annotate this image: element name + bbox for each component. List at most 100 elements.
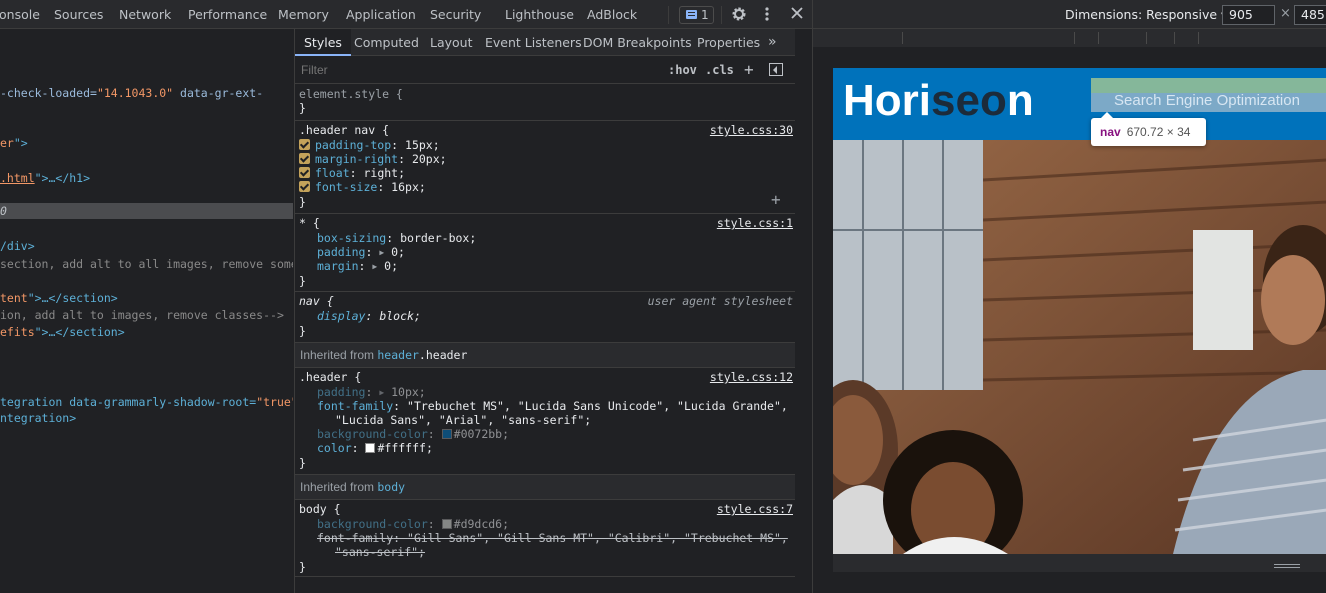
elements-panel: -check-loaded="14.1043.0" data-gr-ext- e… <box>0 29 293 593</box>
rule-selector[interactable]: .header { <box>299 370 361 384</box>
dom-line[interactable]: /div> <box>0 238 35 254</box>
cls-button[interactable]: .cls <box>705 60 734 80</box>
css-declaration[interactable]: margin-right: 20px; <box>299 152 447 166</box>
css-declaration: display: block; <box>317 309 421 323</box>
dom-line[interactable]: er"> <box>0 135 28 151</box>
dom-line[interactable]: tegration data-grammarly-shadow-root="tr… <box>0 394 293 410</box>
css-declaration[interactable]: float: right; <box>299 166 405 180</box>
viewport-resize-bar[interactable] <box>833 554 1326 572</box>
tab-network[interactable]: Network <box>119 0 171 29</box>
ruler-tick <box>1146 32 1147 44</box>
tab-security[interactable]: Security <box>430 0 481 29</box>
rule-body: body { style.css:7 background-color: #d9… <box>295 500 795 577</box>
toggle-sidebar-icon[interactable] <box>769 63 783 76</box>
nav-link-seo[interactable]: Search Engine Optimization <box>1114 92 1300 109</box>
dom-line[interactable]: -check-loaded="14.1043.0" data-gr-ext- <box>0 85 263 101</box>
tab-styles[interactable]: Styles <box>295 29 351 56</box>
tab-memory[interactable]: Memory <box>278 0 329 29</box>
rule-selector[interactable]: * { <box>299 216 320 230</box>
tab-application[interactable]: Application <box>346 0 416 29</box>
media-query-ruler <box>813 29 1326 47</box>
inherited-body-label: Inherited from body <box>295 475 795 500</box>
dom-comment-text: section, add alt to all images, remove s… <box>0 257 293 271</box>
dom-link[interactable]: .html <box>0 171 35 185</box>
rule-header: .header { style.css:12 padding: ▶ 10px; … <box>295 368 795 475</box>
rule-element-style: element.style { } <box>295 84 795 121</box>
dom-comment[interactable]: section, add alt to all images, remove s… <box>0 256 293 272</box>
source-link[interactable]: style.css:1 <box>717 216 793 230</box>
tab-adblock[interactable]: AdBlock <box>587 0 637 29</box>
css-declaration[interactable]: color: #ffffff; <box>317 441 433 455</box>
checkbox-icon[interactable] <box>299 181 310 192</box>
tab-layout[interactable]: Layout <box>430 29 473 56</box>
add-declaration-icon[interactable]: + <box>771 190 781 209</box>
dom-value: "14.1043.0" <box>96 86 174 100</box>
emulated-viewport[interactable]: Horiseon Search Engine Optimization nav … <box>833 68 1326 554</box>
dimensions-select[interactable]: Dimensions: Responsive ▼ <box>1065 0 1229 29</box>
color-swatch[interactable] <box>365 443 376 453</box>
css-declaration[interactable]: box-sizing: border-box; <box>317 231 476 245</box>
width-input[interactable]: 905 <box>1222 5 1275 25</box>
css-declaration[interactable]: background-color: #0072bb; <box>317 427 509 441</box>
inherited-selector-link[interactable]: header.header <box>377 348 467 362</box>
styles-filter-input[interactable] <box>299 61 659 79</box>
dom-line[interactable]: efits">…</section> <box>0 324 125 340</box>
css-declaration[interactable]: padding: ▶ 0; <box>317 245 405 259</box>
tab-console[interactable]: onsole <box>0 0 40 29</box>
close-icon[interactable] <box>788 6 806 24</box>
color-swatch[interactable] <box>441 519 452 529</box>
css-declaration[interactable]: margin: ▶ 0; <box>317 259 398 273</box>
checkbox-icon[interactable] <box>299 153 310 164</box>
rule-selector[interactable]: .header nav { <box>299 123 389 137</box>
dom-line[interactable]: tent">…</section> <box>0 290 118 306</box>
element-tooltip: nav 670.72 × 34 <box>1091 112 1206 146</box>
inherited-selector-link[interactable]: body <box>377 480 405 494</box>
color-swatch[interactable] <box>441 429 452 439</box>
css-declaration[interactable]: padding-top: 15px; <box>299 138 440 152</box>
checkbox-icon[interactable] <box>299 139 310 150</box>
rule-selector[interactable]: body { <box>299 502 341 516</box>
rule-close: } <box>299 560 306 574</box>
dom-tag: /div> <box>0 239 35 253</box>
ruler-tick <box>1074 32 1075 44</box>
css-declaration[interactable]: padding: ▶ 10px; <box>317 385 426 399</box>
height-input[interactable]: 485 <box>1294 5 1326 25</box>
dom-comment[interactable]: ion, add alt to images, remove classes--… <box>0 307 284 323</box>
device-toolbar: Dimensions: Responsive ▼ 905 × 485 <box>813 0 1326 29</box>
resize-grip-icon[interactable] <box>1274 564 1300 565</box>
new-rule-icon[interactable]: + <box>744 60 754 80</box>
tab-lighthouse[interactable]: Lighthouse <box>505 0 574 29</box>
ruler-tick <box>1098 32 1099 44</box>
messages-badge[interactable]: 1 <box>679 6 714 24</box>
source-link[interactable]: style.css:7 <box>717 502 793 516</box>
hero-image <box>833 140 1326 554</box>
gear-icon[interactable] <box>730 6 748 24</box>
inherited-header-label: Inherited from header.header <box>295 343 795 368</box>
css-declaration[interactable]: font-family: "Trebuchet MS", "Lucida San… <box>317 399 788 413</box>
dom-text: 0 <box>0 204 7 218</box>
source-link[interactable]: style.css:12 <box>710 370 793 384</box>
dom-line-selected[interactable]: 0 <box>0 203 7 219</box>
checkbox-icon[interactable] <box>299 167 310 178</box>
tab-performance[interactable]: Performance <box>188 0 267 29</box>
dom-line[interactable]: .html">…</h1> <box>0 170 90 186</box>
more-options-icon[interactable] <box>758 6 776 24</box>
tab-sources[interactable]: Sources <box>54 0 103 29</box>
styles-panel: Styles Computed Layout Event Listeners D… <box>294 29 795 593</box>
dom-line[interactable]: ntegration> <box>0 410 76 426</box>
more-tabs-button[interactable]: » <box>768 29 777 56</box>
site-logo[interactable]: Horiseon <box>843 76 1034 126</box>
css-declaration[interactable]: background-color: #d9dcd6; <box>317 517 509 531</box>
hov-button[interactable]: :hov <box>668 60 697 80</box>
dom-tag: …</section> <box>48 325 125 339</box>
css-declaration[interactable]: font-size: 16px; <box>299 180 426 194</box>
dom-value: efits <box>0 325 35 339</box>
tab-event-listeners[interactable]: Event Listeners <box>485 29 582 56</box>
dom-tag: ntegration> <box>0 411 77 425</box>
tab-properties[interactable]: Properties <box>697 29 760 56</box>
source-link[interactable]: style.css:30 <box>710 123 793 137</box>
css-declaration-overridden[interactable]: font-family: "Gill Sans", "Gill Sans MT"… <box>317 531 788 545</box>
tab-dom-breakpoints[interactable]: DOM Breakpoints <box>583 29 692 56</box>
tab-computed[interactable]: Computed <box>354 29 419 56</box>
ruler-tick <box>902 32 903 44</box>
